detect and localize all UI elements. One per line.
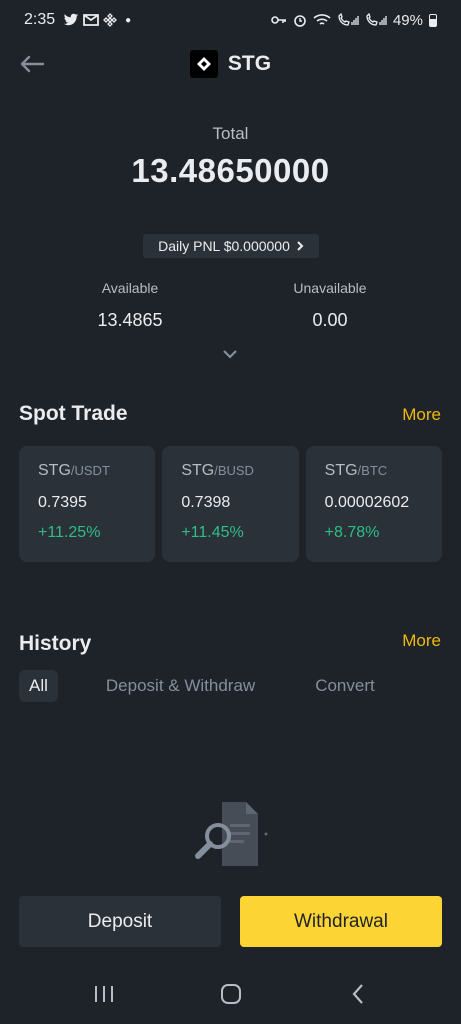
empty-history-icon	[190, 798, 270, 870]
spot-trade-more-link[interactable]: More	[402, 405, 441, 425]
call-signal-icon	[366, 13, 387, 26]
pair-name: STG/BTC	[324, 462, 388, 479]
spot-pairs: STG/USDT 0.7395 +11.25% STG/BUSD 0.7398 …	[19, 446, 442, 562]
tab-convert[interactable]: Convert	[315, 676, 375, 696]
unavailable-label: Unavailable	[293, 280, 367, 296]
pair-price: 0.7398	[181, 494, 231, 511]
system-nav-bar	[0, 972, 461, 1016]
unavailable-balance: Unavailable 0.00	[240, 280, 420, 331]
stg-logo-icon	[189, 50, 218, 78]
status-time: 2:35	[24, 11, 56, 28]
dot-icon: ●	[125, 14, 132, 26]
battery-icon	[429, 13, 437, 27]
history-more-link[interactable]: More	[402, 631, 441, 651]
pair-card-stg-usdt[interactable]: STG/USDT 0.7395 +11.25%	[19, 446, 156, 562]
header-title: STG	[0, 50, 461, 78]
pair-price: 0.7395	[38, 494, 87, 511]
pair-card-stg-busd[interactable]: STG/BUSD 0.7398 +11.45%	[162, 446, 299, 562]
binance-icon	[103, 13, 118, 27]
home-icon	[220, 984, 241, 1004]
pair-change: +8.78%	[324, 524, 380, 541]
daily-pnl-button[interactable]: Daily PNL $0.000000	[143, 234, 319, 258]
recent-apps-button[interactable]	[84, 974, 124, 1014]
total-value: 13.48650000	[131, 152, 330, 189]
header: STG	[0, 44, 461, 84]
withdrawal-button[interactable]: Withdrawal	[240, 896, 442, 947]
daily-pnl-text: Daily PNL $0.000000	[158, 238, 290, 254]
chevron-down-icon	[223, 350, 237, 359]
history-tabs: All Deposit & Withdraw Convert	[19, 670, 442, 702]
pair-change: +11.45%	[181, 524, 244, 541]
call-signal-icon	[338, 13, 359, 26]
pair-name: STG/USDT	[38, 462, 110, 479]
twitter-icon	[64, 13, 79, 26]
pair-name: STG/BUSD	[181, 462, 254, 479]
wifi-icon	[313, 14, 331, 25]
chevron-right-icon	[297, 241, 304, 251]
coin-name: STG	[227, 52, 272, 75]
vpn-key-icon	[271, 16, 286, 24]
pair-card-stg-btc[interactable]: STG/BTC 0.00002602 +8.78%	[305, 446, 442, 562]
battery-percent: 49%	[392, 11, 423, 29]
system-back-button[interactable]	[338, 974, 378, 1014]
tab-all[interactable]: All	[19, 670, 58, 702]
total-label: Total	[212, 124, 249, 143]
alarm-icon	[294, 15, 306, 27]
status-bar: 2:35 ● 49%	[0, 0, 461, 40]
gmail-icon	[83, 14, 100, 26]
unavailable-value: 0.00	[312, 310, 348, 330]
pair-change: +11.25%	[38, 524, 101, 541]
available-balance: Available 13.4865	[40, 280, 220, 331]
available-label: Available	[101, 280, 159, 296]
expand-details-button[interactable]	[220, 346, 240, 362]
pair-price: 0.00002602	[324, 494, 410, 511]
home-button[interactable]	[211, 974, 251, 1014]
history-title: History	[19, 632, 92, 655]
system-icons: 49%	[271, 12, 437, 29]
notification-icons: ●	[63, 13, 131, 27]
tab-deposit-withdraw[interactable]: Deposit & Withdraw	[106, 676, 255, 696]
deposit-button[interactable]: Deposit	[19, 896, 221, 947]
spot-trade-title: Spot Trade	[19, 402, 128, 425]
recent-apps-icon	[94, 986, 113, 1002]
system-back-icon	[352, 984, 363, 1004]
available-value: 13.4865	[97, 310, 163, 330]
